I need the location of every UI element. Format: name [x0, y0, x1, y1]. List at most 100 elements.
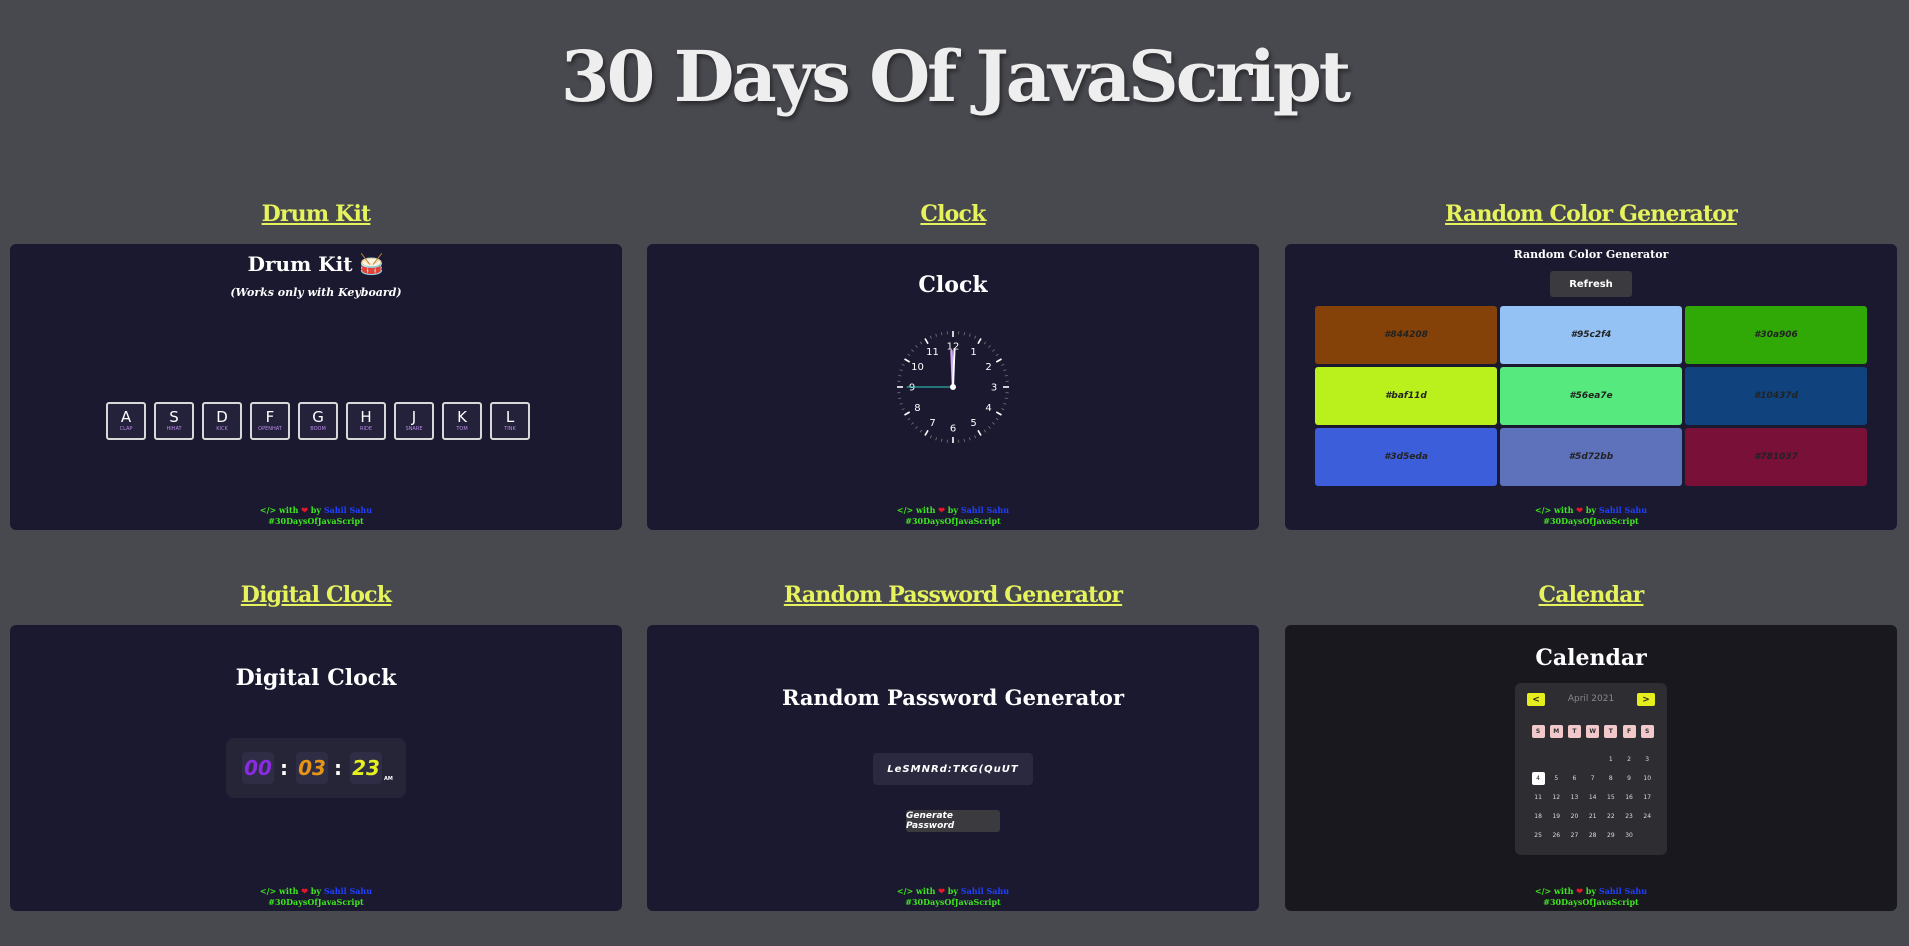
project-preview-clock[interactable]: Clock 12 1 2 3 4 5 6 7 8 9 10 11 </> with ❤ by Sahi… — [647, 244, 1259, 530]
drum-key[interactable]: S HIHAT — [154, 402, 194, 440]
clock-minute-tick — [907, 417, 911, 421]
project-preview-calendar[interactable]: Calendar < April 2021 > SMTWTFS 12345678… — [1285, 625, 1897, 911]
password-output[interactable]: LeSMNRd:TKG(QuUT — [873, 753, 1033, 785]
drum-key-sound: TOM — [456, 426, 468, 432]
drum-key[interactable]: J SNARE — [394, 402, 434, 440]
calendar-date[interactable]: 18 — [1529, 807, 1547, 826]
calendar-date[interactable]: 25 — [1529, 826, 1547, 845]
clock-minute-tick — [988, 426, 991, 429]
author-link[interactable]: Sahil Sahu — [1599, 886, 1647, 896]
calendar-date[interactable]: 9 — [1620, 769, 1638, 788]
calendar-date[interactable]: 2 — [1620, 750, 1638, 769]
heart-icon: ❤ — [1576, 505, 1583, 515]
author-link[interactable]: Sahil Sahu — [961, 886, 1009, 896]
drum-key-letter: H — [360, 408, 372, 426]
calendar-date[interactable]: 20 — [1565, 807, 1583, 826]
clock-minute-tick — [983, 341, 987, 345]
author-link[interactable]: Sahil Sahu — [324, 505, 372, 515]
calendar-date[interactable]: 19 — [1547, 807, 1565, 826]
calendar-date[interactable]: 28 — [1584, 826, 1602, 845]
clock-number: 11 — [926, 347, 939, 358]
calendar-date[interactable]: 1 — [1602, 750, 1620, 769]
color-swatch[interactable]: #3d5eda — [1315, 428, 1497, 486]
code-icon: </> — [259, 886, 277, 896]
color-swatch[interactable]: #30a906 — [1685, 306, 1867, 364]
heart-icon: ❤ — [301, 886, 308, 896]
calendar-date[interactable]: 29 — [1602, 826, 1620, 845]
calendar-date[interactable]: 11 — [1529, 788, 1547, 807]
calendar-date[interactable]: 23 — [1620, 807, 1638, 826]
color-swatch[interactable]: #56ea7e — [1500, 367, 1682, 425]
author-link[interactable]: Sahil Sahu — [324, 886, 372, 896]
project-link-random-password-generator[interactable]: Random Password Generator — [647, 582, 1259, 608]
color-swatch[interactable]: #5d72bb — [1500, 428, 1682, 486]
clock-center-dot — [950, 384, 956, 390]
drum-key[interactable]: A CLAP — [106, 402, 146, 440]
drum-key[interactable]: G BOOM — [298, 402, 338, 440]
weekday-header: T — [1604, 725, 1618, 738]
calendar-date[interactable]: 8 — [1602, 769, 1620, 788]
calendar-date[interactable]: 26 — [1547, 826, 1565, 845]
clock-minute-tick — [898, 374, 902, 377]
minutes-display: 03 — [296, 752, 328, 784]
calendar-date[interactable]: 7 — [1584, 769, 1602, 788]
calendar-date[interactable]: 5 — [1547, 769, 1565, 788]
project-preview-drum-kit[interactable]: Drum Kit 🥁 (Works only with Keyboard) AC… — [10, 244, 622, 530]
calendar-date[interactable]: 3 — [1638, 750, 1656, 769]
calendar-date[interactable]: 24 — [1638, 807, 1656, 826]
drum-key[interactable]: D KICK — [202, 402, 242, 440]
clock-minute-tick — [901, 408, 905, 411]
project-link-digital-clock[interactable]: Digital Clock — [10, 582, 622, 608]
calendar-date[interactable]: 30 — [1620, 826, 1638, 845]
color-swatch[interactable]: #baf11d — [1315, 367, 1497, 425]
clock-minute-tick — [911, 422, 914, 425]
calendar-date[interactable]: 22 — [1602, 807, 1620, 826]
clock-minute-tick — [1001, 363, 1005, 366]
calendar-dates: 1 2 3 4 5 6 7 8 9 10 11 12 13 14 15 16 17 18 19 20 21 22 23 24 2… — [1529, 750, 1656, 845]
calendar-date[interactable]: 4 — [1531, 772, 1545, 785]
project-link-random-color-generator[interactable]: Random Color Generator — [1285, 201, 1897, 227]
calendar-date[interactable]: 16 — [1620, 788, 1638, 807]
drum-key[interactable]: F OPENHAT — [250, 402, 290, 440]
generate-password-button[interactable]: Generate Password — [906, 810, 1000, 832]
clock-minute-tick — [1004, 397, 1008, 400]
calendar-date[interactable]: 21 — [1584, 807, 1602, 826]
clock-minute-tick — [929, 435, 932, 439]
calendar-date[interactable]: 13 — [1565, 788, 1583, 807]
calendar-date[interactable]: 15 — [1602, 788, 1620, 807]
calendar-date[interactable]: 14 — [1584, 788, 1602, 807]
clock-minute-tick — [899, 369, 903, 372]
author-link[interactable]: Sahil Sahu — [1599, 505, 1647, 515]
calendar-date[interactable]: 6 — [1565, 769, 1583, 788]
seconds-display: 23 — [350, 752, 382, 784]
calendar-date[interactable]: 27 — [1565, 826, 1583, 845]
project-link-clock[interactable]: Clock — [647, 201, 1259, 227]
color-swatch[interactable]: #10437d — [1685, 367, 1867, 425]
project-preview-digital-clock[interactable]: Digital Clock 00 : 03 : 23 AM </> with ❤… — [10, 625, 622, 911]
clock-minute-tick — [929, 335, 932, 339]
refresh-button[interactable]: Refresh — [1550, 271, 1632, 297]
project-link-calendar[interactable]: Calendar — [1285, 582, 1897, 608]
heart-icon: ❤ — [938, 886, 945, 896]
color-swatch[interactable]: #844208 — [1315, 306, 1497, 364]
clock-number: 6 — [950, 424, 956, 435]
drum-key[interactable]: K TOM — [442, 402, 482, 440]
project-link-drum-kit[interactable]: Drum Kit — [10, 201, 622, 227]
calendar-empty-cell — [1529, 750, 1547, 769]
drum-key[interactable]: L TINK — [490, 402, 530, 440]
project-preview-random-color-generator[interactable]: Random Color Generator Refresh #844208 #9… — [1285, 244, 1897, 530]
color-swatch[interactable]: #95c2f4 — [1500, 306, 1682, 364]
drum-key[interactable]: H RIDE — [346, 402, 386, 440]
calendar-date[interactable]: 10 — [1638, 769, 1656, 788]
clock-minute-tick — [935, 333, 938, 337]
calendar-date[interactable]: 12 — [1547, 788, 1565, 807]
color-generator-title: Random Color Generator — [1513, 248, 1669, 261]
footer: </> with ❤ by Sahil Sahu #30DaysOfJavaSc… — [647, 505, 1259, 527]
project-preview-random-password-generator[interactable]: Random Password Generator LeSMNRd:TKG(Qu… — [647, 625, 1259, 911]
calendar-date[interactable]: 17 — [1638, 788, 1656, 807]
clock-minute-tick — [911, 349, 914, 352]
author-link[interactable]: Sahil Sahu — [961, 505, 1009, 515]
color-swatch[interactable]: #781037 — [1685, 428, 1867, 486]
weekday-header: S — [1531, 725, 1545, 738]
next-month-button[interactable]: > — [1637, 693, 1655, 706]
